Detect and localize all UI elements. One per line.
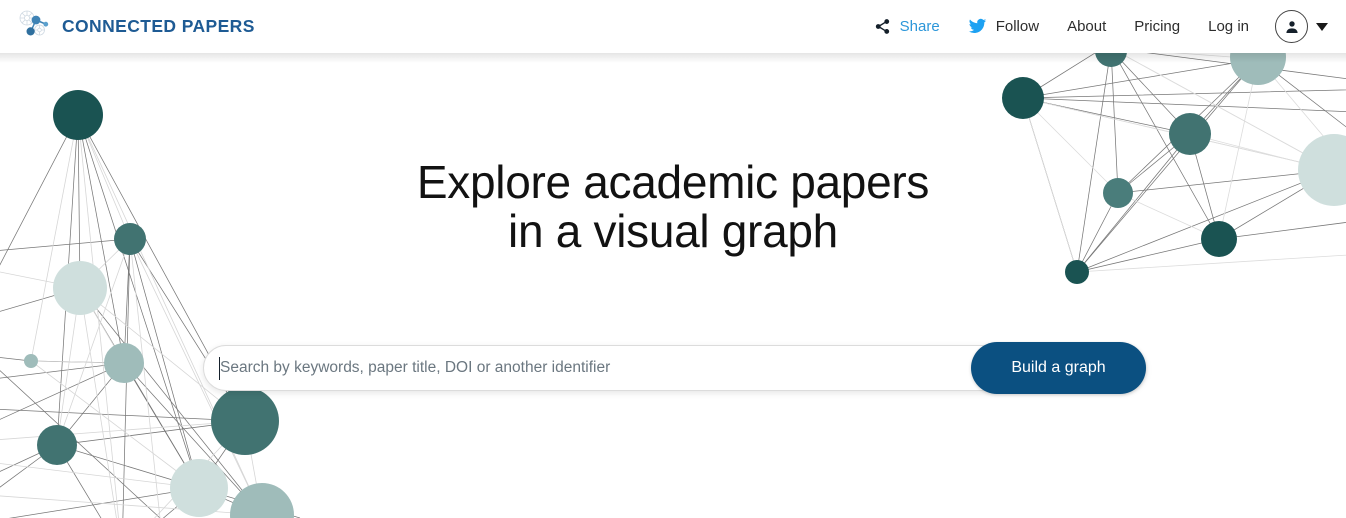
nav-item-follow[interactable]: Follow [954,12,1053,41]
search-row: Build a graph [203,342,1146,394]
graph-node [1103,178,1133,208]
logo-text: CONNECTED PAPERS [62,16,255,36]
connected-papers-landing-page: CONNECTED PAPERS Share Follow About Pric… [0,0,1346,518]
search-input[interactable] [220,347,920,389]
graph-node [211,387,279,455]
graph-node [1002,77,1044,119]
graph-node [170,459,228,517]
graph-edges-light-right [1022,53,1346,273]
graph-node [53,261,107,315]
graph-node [53,90,103,140]
nav-item-follow-label: Follow [995,18,1040,35]
graph-node [114,223,146,255]
hero-section: Explore academic papers in a visual grap… [0,53,1346,518]
graph-node [1065,260,1089,284]
site-header: CONNECTED PAPERS Share Follow About Pric… [0,0,1346,53]
graph-node [1298,134,1346,206]
avatar [1275,10,1308,43]
graph-node [1095,53,1127,67]
nav-item-pricing-label: Pricing [1134,18,1181,35]
twitter-icon [968,18,986,33]
build-a-graph-button[interactable]: Build a graph [971,342,1146,394]
graph-node [24,354,38,368]
background-graph-decoration [0,53,1346,518]
graph-node [1201,221,1237,257]
share-icon [875,19,889,34]
nav-item-share[interactable]: Share [860,12,954,41]
nav-item-pricing[interactable]: Pricing [1120,12,1194,41]
graph-node [104,343,144,383]
graph-edges-light [0,114,263,518]
nav-item-login-label: Log in [1208,18,1249,35]
nav-item-about[interactable]: About [1053,12,1120,41]
logo[interactable]: CONNECTED PAPERS [18,9,255,45]
connected-papers-network-logo-icon [19,10,49,35]
account-menu-button[interactable] [1273,8,1332,45]
graph-node [37,425,77,465]
graph-node [230,483,294,518]
graph-node [1169,113,1211,155]
nav-item-login[interactable]: Log in [1194,12,1263,41]
nav-item-about-label: About [1067,18,1107,35]
main-nav: Share Follow About Pricing Log in [860,8,1332,45]
chevron-down-icon [1316,22,1328,31]
graph-edges-dark-right [1022,53,1346,273]
user-avatar-icon [1285,20,1298,33]
nav-item-share-label: Share [899,18,940,35]
text-cursor [219,357,221,380]
